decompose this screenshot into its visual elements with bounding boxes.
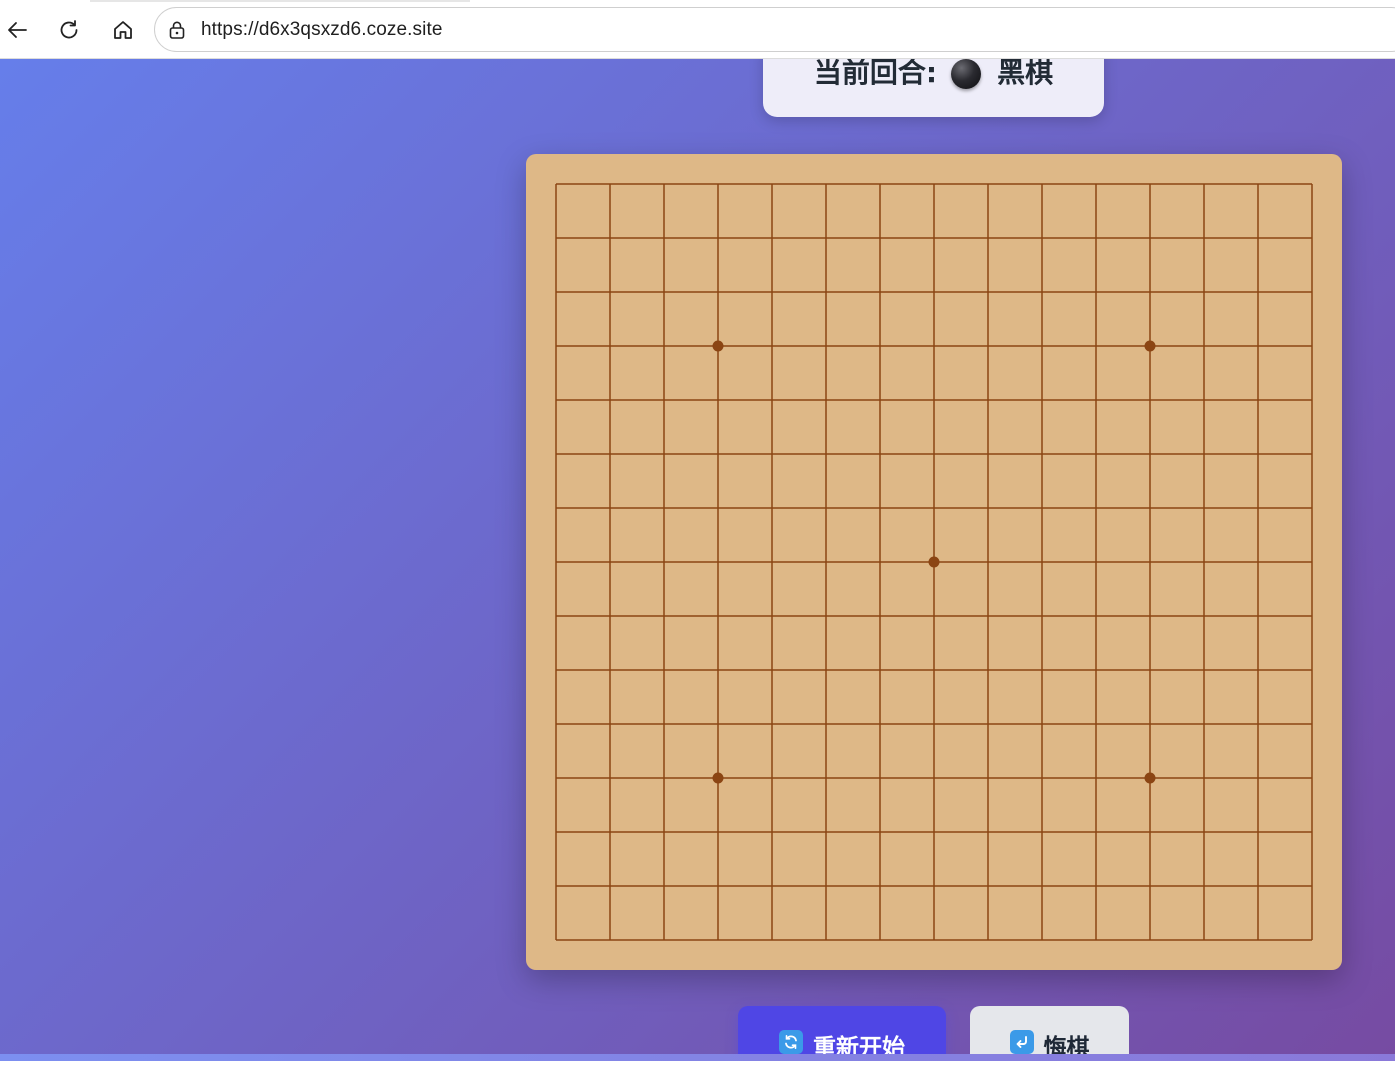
undo-button[interactable]: 悔棋 <box>970 1006 1129 1061</box>
home-icon[interactable] <box>106 13 140 47</box>
star-point <box>712 772 724 784</box>
board-grid[interactable] <box>526 154 1342 970</box>
black-stone-icon <box>951 59 982 89</box>
star-point <box>928 556 940 568</box>
back-arrow-icon[interactable] <box>0 13 34 47</box>
star-point <box>712 340 724 352</box>
turn-label: 当前回合: <box>813 59 938 89</box>
turn-indicator: 当前回合: 黑棋 <box>763 59 1104 117</box>
star-point <box>1144 340 1156 352</box>
reload-icon[interactable] <box>52 13 86 47</box>
page-bottom-strip <box>0 1054 1395 1061</box>
return-arrow-icon <box>1009 1030 1034 1054</box>
tab-strip <box>90 0 470 2</box>
refresh-icon <box>779 1030 803 1054</box>
current-player: 黑棋 <box>997 59 1054 89</box>
browser-toolbar: https://d6x3qsxzd6.coze.site <box>0 0 1395 59</box>
lock-icon[interactable] <box>167 20 187 40</box>
address-bar[interactable]: https://d6x3qsxzd6.coze.site <box>154 7 1395 52</box>
go-board[interactable] <box>526 154 1342 970</box>
game-page: 当前回合: 黑棋 重新开始 悔棋 <box>0 59 1395 1061</box>
restart-button[interactable]: 重新开始 <box>738 1006 946 1061</box>
window-bottom-edge <box>0 1061 1395 1065</box>
star-point <box>1144 772 1156 784</box>
url-text[interactable]: https://d6x3qsxzd6.coze.site <box>201 19 443 41</box>
